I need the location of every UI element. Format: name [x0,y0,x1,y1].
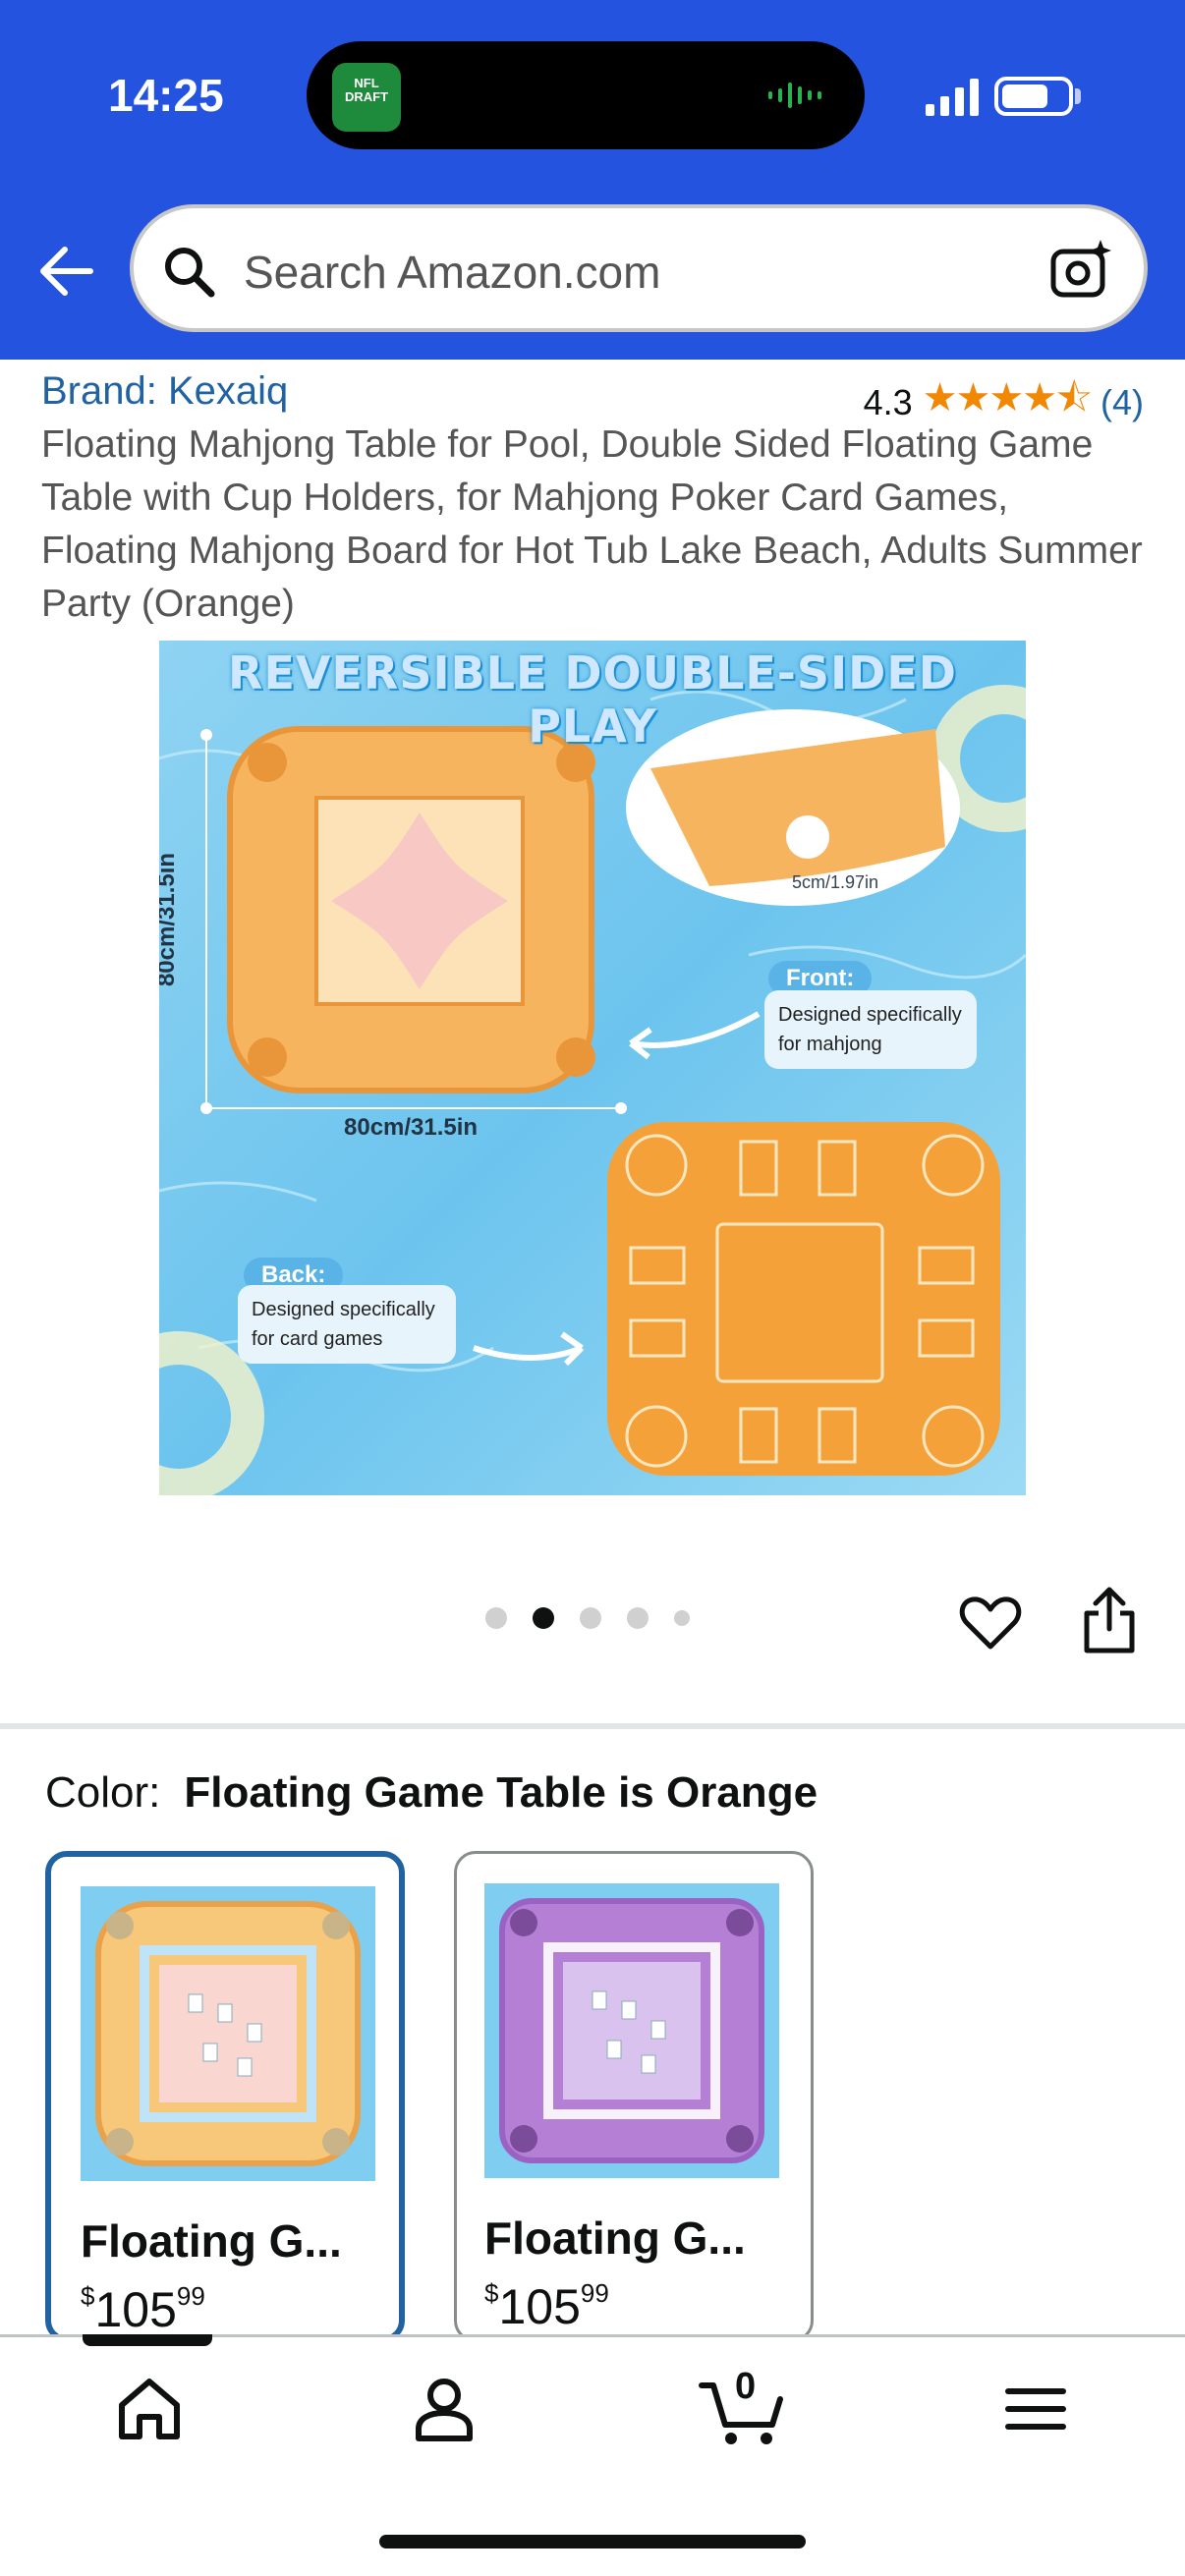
section-divider [0,1723,1185,1729]
rating-value: 4.3 [863,382,913,422]
active-tab-indicator [83,2334,212,2346]
camera-search-icon[interactable] [1049,238,1114,303]
heart-icon[interactable] [959,1592,1022,1654]
back-table-illustration [607,1122,1000,1476]
search-input[interactable]: Search Amazon.com [244,246,660,299]
share-icon[interactable] [1081,1586,1138,1654]
gallery-dot-active[interactable] [533,1607,554,1629]
front-callout: Designed specifically for mahjong [764,990,977,1069]
brand-link[interactable]: Brand: Kexaiq [41,369,288,414]
product-image[interactable]: REVERSIBLE DOUBLE-SIDED PLAY 80cm/31.5in… [159,641,1026,1495]
rating-count[interactable]: (4) [1100,382,1144,423]
battery-icon [994,77,1073,116]
swatch-thumbnail-orange [81,1886,375,2181]
audio-wave-icon [768,83,821,108]
swatch-name: Floating G... [81,2215,342,2267]
gallery-dot[interactable] [485,1607,507,1629]
swatch-price: $10599 [81,2281,205,2337]
signal-icon [926,79,979,116]
cart-button[interactable]: 0 [698,2366,786,2448]
image-banner: REVERSIBLE DOUBLE-SIDED PLAY [228,646,957,753]
color-swatch-purple[interactable]: Floating G... $10599 [454,1851,814,2342]
account-icon[interactable] [405,2370,483,2448]
gallery-pagination[interactable] [485,1607,690,1629]
nfl-draft-badge: NFL DRAFT [332,63,401,132]
color-selection-label: Color: Floating Game Table is Orange [45,1768,818,1818]
menu-icon[interactable] [996,2370,1075,2448]
swatch-thumbnail-purple [484,1883,779,2178]
home-icon[interactable] [110,2370,189,2448]
depth-dimension: 5cm/1.97in [792,872,879,892]
product-title: Floating Mahjong Table for Pool, Double … [41,423,1143,625]
front-table-illustration [227,726,595,1093]
gallery-dot[interactable] [627,1607,649,1629]
swatch-name: Floating G... [484,2212,746,2264]
color-value: Floating Game Table is Orange [184,1768,818,1817]
swatch-price: $10599 [484,2278,609,2334]
search-icon [165,248,215,298]
color-swatch-orange[interactable]: Floating G... $10599 [45,1851,405,2342]
height-dimension: 80cm/31.5in [159,852,181,987]
cart-count: 0 [735,2366,757,2407]
color-label: Color: [45,1768,161,1817]
gallery-dot[interactable] [674,1610,690,1626]
dynamic-island: NFL DRAFT [307,41,865,149]
width-dimension: 80cm/31.5in [344,1114,479,1141]
back-callout: Designed specifically for card games [238,1285,456,1364]
home-indicator [379,2535,806,2548]
gallery-dot[interactable] [580,1607,601,1629]
back-arrow-icon[interactable] [33,240,96,303]
app-header: 14:25 NFL DRAFT Search Amazon.com [0,0,1185,360]
status-time: 14:25 [108,70,224,121]
search-bar[interactable]: Search Amazon.com [130,204,1148,332]
